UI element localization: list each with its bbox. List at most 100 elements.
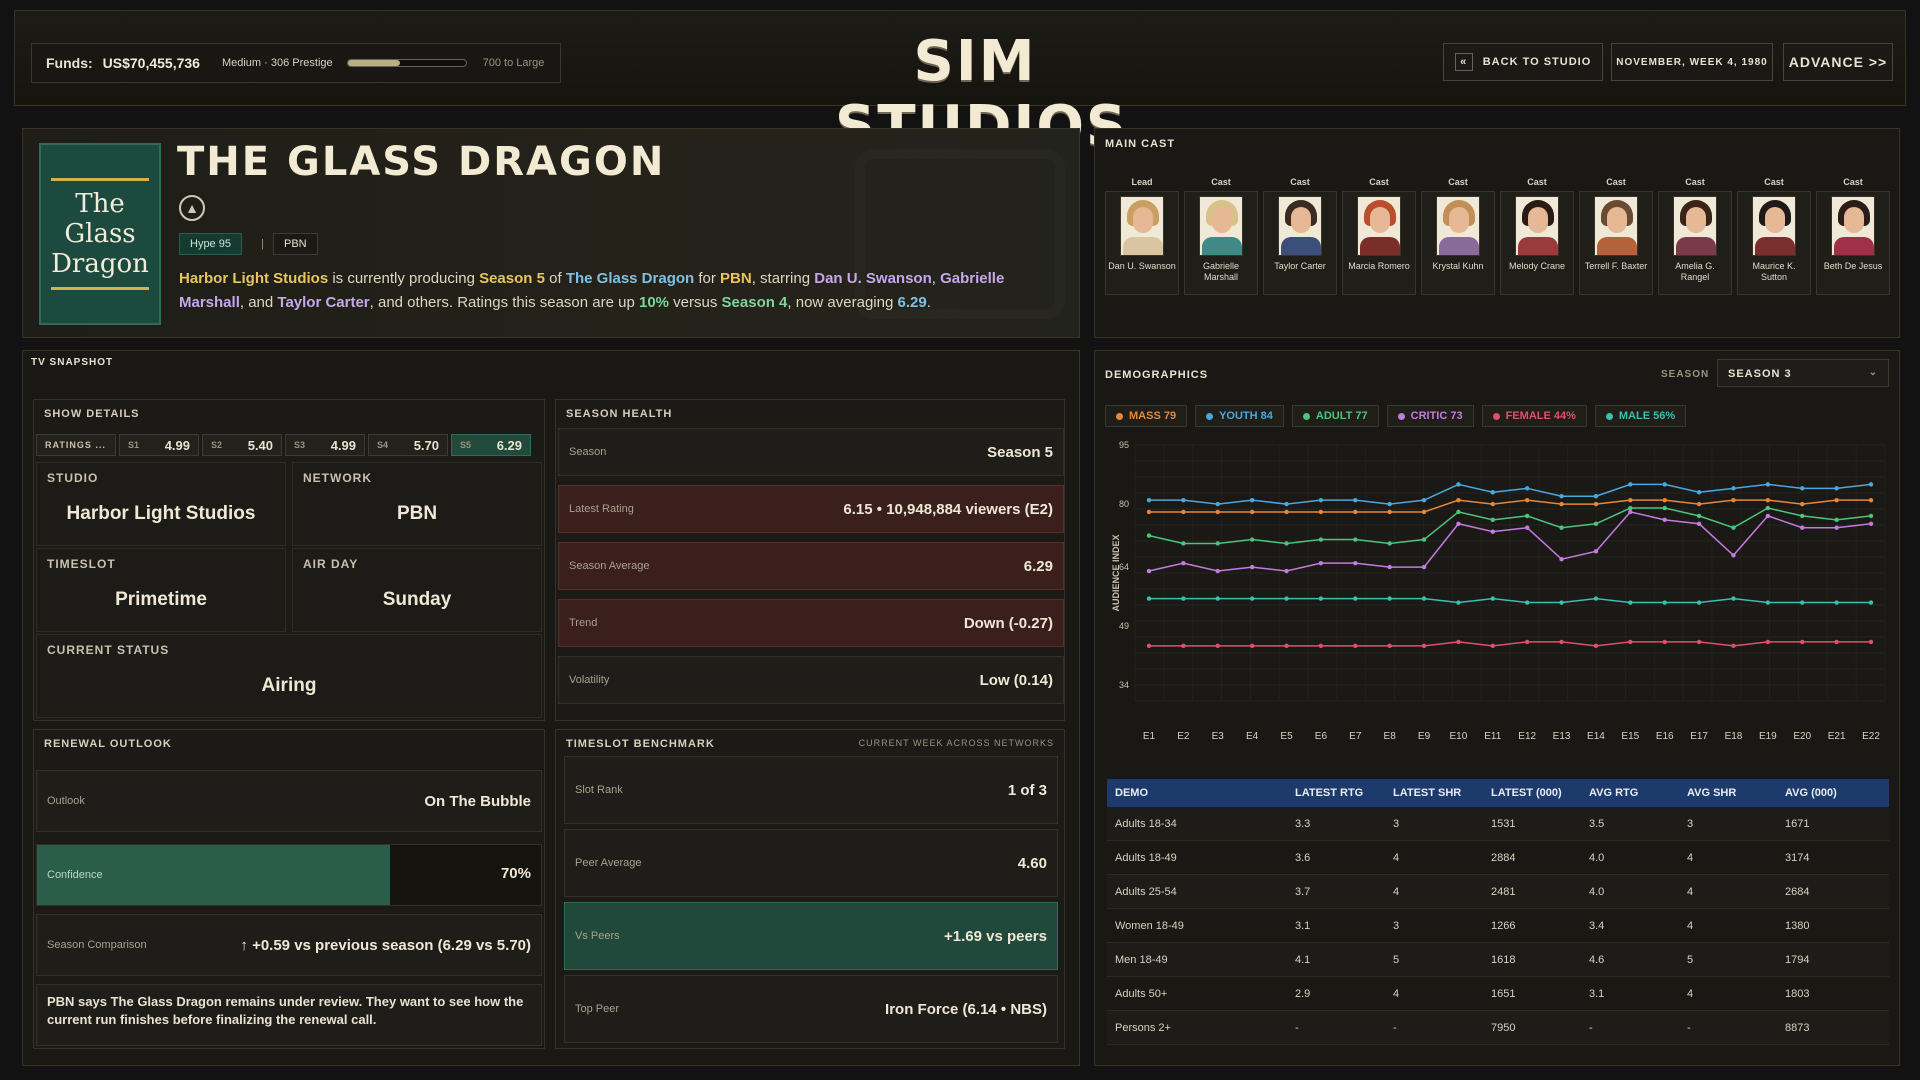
table-row: Adults 18-34 3.3 3 1531 3.5 3 1671 — [1107, 807, 1889, 841]
main-cast-title: MAIN CAST — [1105, 138, 1176, 150]
cast-name: Beth De Jesus — [1823, 261, 1883, 271]
data-point — [1284, 568, 1289, 574]
outlook-value: On The Bubble — [424, 792, 531, 810]
data-point — [1868, 482, 1874, 487]
data-point — [1731, 486, 1736, 491]
data-point — [1628, 505, 1633, 511]
description-fragment: is currently producing — [328, 270, 480, 287]
description-fragment: for — [694, 270, 721, 287]
season-rating-value: 5.40 — [247, 437, 273, 453]
demographics-panel: DEMOGRAPHICS SEASON SEASON 3 ⌄ MASS 79 YO… — [1094, 350, 1900, 1066]
data-point — [1387, 564, 1392, 570]
cast-portrait-icon — [1357, 196, 1401, 256]
cast-name: Terrell F. Baxter — [1584, 261, 1648, 271]
season-health-label: Latest Rating — [569, 503, 634, 515]
data-point — [1765, 505, 1771, 511]
legend-item[interactable]: YOUTH 84 — [1195, 405, 1284, 427]
cast-portrait-icon — [1673, 196, 1717, 256]
season-health-panel: SEASON HEALTH Season Season 5 Latest Ratin… — [555, 399, 1065, 721]
table-row: Adults 18-49 3.6 4 2884 4.0 4 3174 — [1107, 841, 1889, 875]
portrait-body — [1123, 237, 1163, 255]
season-rating-chip: S2 5.40 — [202, 434, 282, 456]
poster-title-line: The — [75, 189, 125, 219]
advance-button[interactable]: ADVANCE >> — [1783, 43, 1893, 81]
data-point — [1800, 486, 1805, 491]
season-health-row: Latest Rating 6.15 • 10,948,884 viewers (… — [558, 485, 1064, 533]
cast-card[interactable]: Cast Terrell F. Baxter — [1579, 177, 1653, 295]
data-point — [1834, 600, 1839, 605]
benchmark-label: Peer Average — [575, 857, 642, 869]
cast-card[interactable]: Cast Gabrielle Marshall — [1184, 177, 1258, 295]
legend-item[interactable]: MALE 56% — [1594, 405, 1687, 427]
description-fragment: Dan U. Swanson — [814, 270, 932, 287]
season-rating-value: 4.99 — [164, 437, 190, 453]
prestige-progress-bar — [346, 59, 467, 67]
network-cell: NETWORK PBN — [292, 462, 542, 546]
data-point — [1146, 497, 1152, 503]
cast-card[interactable]: Cast Melody Crane — [1500, 177, 1574, 295]
x-tick-label: E17 — [1690, 731, 1708, 742]
badge-separator: | — [261, 238, 264, 250]
legend-dot-icon — [1492, 412, 1500, 420]
hype-badge: Hype 95 — [179, 233, 242, 255]
cast-role: Cast — [1606, 177, 1626, 187]
cast-card[interactable]: Cast Beth De Jesus — [1816, 177, 1890, 295]
data-point — [1628, 600, 1633, 605]
description-fragment: , now averaging — [787, 294, 898, 311]
season-health-value: 6.15 • 10,948,884 viewers (E2) — [843, 500, 1053, 518]
table-cell: 3 — [1393, 919, 1400, 932]
x-tick-label: E10 — [1450, 731, 1468, 742]
data-point — [1421, 509, 1427, 515]
benchmark-label: Vs Peers — [575, 930, 620, 942]
season-rating-chip: S1 4.99 — [119, 434, 199, 456]
data-point — [1662, 600, 1667, 605]
status-label: CURRENT STATUS — [47, 643, 170, 657]
table-cell: 4.0 — [1589, 885, 1605, 898]
legend-item[interactable]: MASS 79 — [1105, 405, 1188, 427]
season-rating-label: S4 — [377, 440, 389, 450]
season-select[interactable]: SEASON 3 ⌄ — [1717, 359, 1889, 387]
confidence-value: 70% — [500, 865, 531, 882]
cast-card[interactable]: Lead Dan U. Swanson — [1105, 177, 1179, 295]
studio-value: Harbor Light Studios — [66, 503, 256, 524]
cast-box: Krystal Kuhn — [1421, 191, 1495, 295]
legend-item[interactable]: CRITIC 73 — [1386, 405, 1474, 427]
x-tick-label: E5 — [1280, 731, 1293, 742]
table-cell: 4 — [1393, 987, 1400, 1000]
data-point — [1284, 509, 1289, 515]
data-point — [1421, 497, 1427, 503]
cast-portrait-icon — [1594, 196, 1638, 256]
data-point — [1249, 596, 1255, 601]
top-bar: Funds: US$70,455,736 Medium · 306 Presti… — [14, 10, 1906, 159]
benchmark-label: Slot Rank — [575, 784, 623, 796]
timeslot-value: Primetime — [115, 589, 207, 610]
cast-name: Krystal Kuhn — [1432, 261, 1484, 271]
cast-card[interactable]: Cast Marcia Romero — [1342, 177, 1416, 295]
legend-item[interactable]: FEMALE 44% — [1481, 405, 1587, 427]
poster-title-line: Glass — [64, 219, 136, 249]
x-tick-label: E13 — [1553, 731, 1571, 742]
data-point — [1765, 513, 1771, 519]
portrait-face — [1765, 207, 1785, 233]
description-fragment: Harbor Light Studios — [179, 270, 329, 287]
season-rating-value: 4.99 — [330, 437, 356, 453]
portrait-body — [1597, 237, 1637, 255]
legend-dot-icon — [1206, 412, 1214, 420]
back-to-studio-button[interactable]: « BACK TO STUDIO — [1443, 43, 1603, 81]
data-point — [1181, 560, 1186, 566]
table-cell: 4.1 — [1295, 953, 1311, 966]
cast-card[interactable]: Cast Maurice K. Sutton — [1737, 177, 1811, 295]
data-point — [1181, 509, 1186, 515]
legend-item[interactable]: ADULT 77 — [1291, 405, 1379, 427]
season-health-value: Down (-0.27) — [963, 614, 1053, 632]
x-tick-label: E19 — [1759, 731, 1777, 742]
portrait-body — [1439, 237, 1479, 255]
data-point — [1215, 596, 1220, 601]
cast-card[interactable]: Cast Krystal Kuhn — [1421, 177, 1495, 295]
cast-card[interactable]: Cast Taylor Carter — [1263, 177, 1337, 295]
cast-card[interactable]: Cast Amelia G. Rangel — [1658, 177, 1732, 295]
data-point — [1181, 596, 1186, 601]
table-cell: 7950 — [1491, 1021, 1516, 1034]
data-point — [1800, 639, 1805, 645]
table-cell: - — [1393, 1021, 1397, 1034]
